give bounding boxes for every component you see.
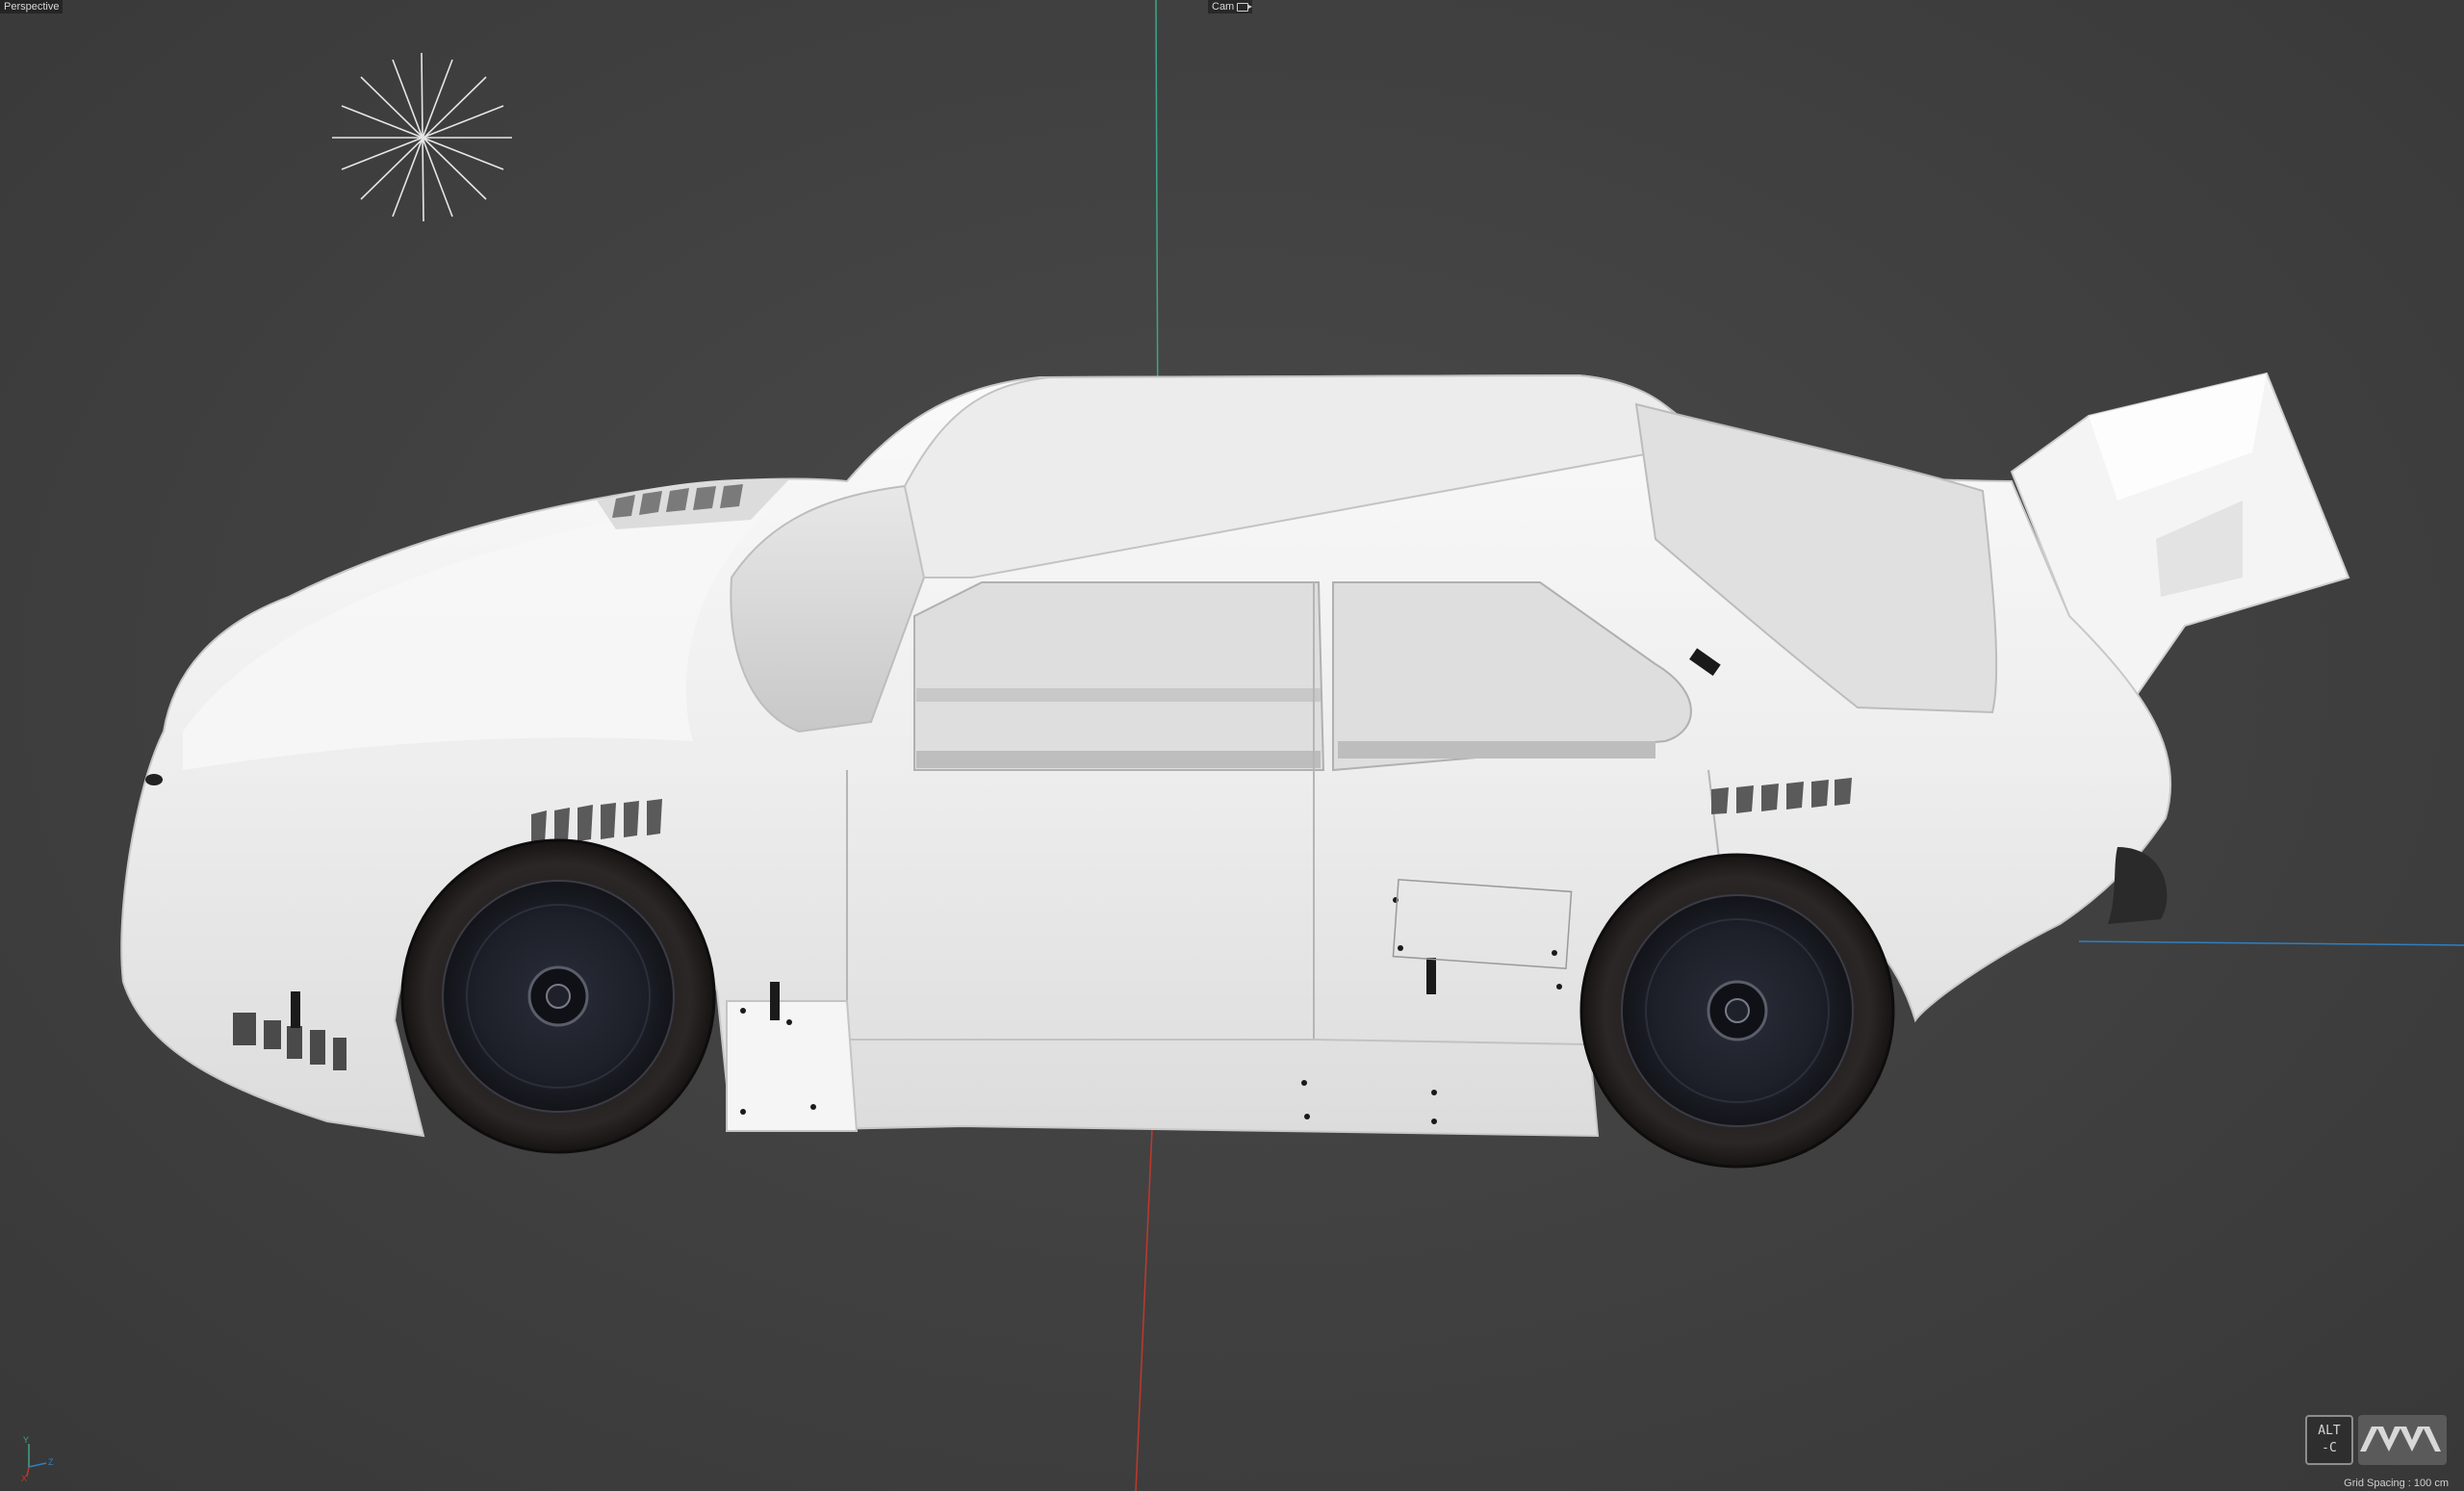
world-z-axis xyxy=(2078,940,2464,946)
alt-c-badge[interactable]: ALT -C xyxy=(2305,1415,2353,1465)
car-model xyxy=(120,372,2350,1169)
rear-diffuser xyxy=(2108,847,2168,924)
3d-viewport[interactable]: Perspective Cam Y Z X ALT -C Grid Spacin… xyxy=(0,0,2464,1491)
scene-canvas[interactable] xyxy=(0,0,2464,1491)
front-marker xyxy=(145,774,163,785)
world-x-axis xyxy=(1135,1106,1154,1491)
axis-y-label: Y xyxy=(23,1435,29,1445)
front-side-window xyxy=(913,581,1325,771)
maxon-logo-icon xyxy=(2358,1415,2447,1465)
rear-wheel xyxy=(1579,853,1895,1169)
grid-spacing-label: Grid Spacing : 100 cm xyxy=(2344,1478,2449,1489)
axis-z-label: Z xyxy=(48,1457,54,1467)
alt-c-line2: -C xyxy=(2322,1441,2337,1455)
axis-x-label: X xyxy=(21,1474,27,1482)
front-wheel xyxy=(400,838,716,1154)
alt-c-line1: ALT xyxy=(2318,1424,2341,1438)
side-skirt xyxy=(726,1000,859,1132)
axis-gizmo: Y Z X xyxy=(21,1435,54,1482)
light-star-icon xyxy=(332,52,512,222)
